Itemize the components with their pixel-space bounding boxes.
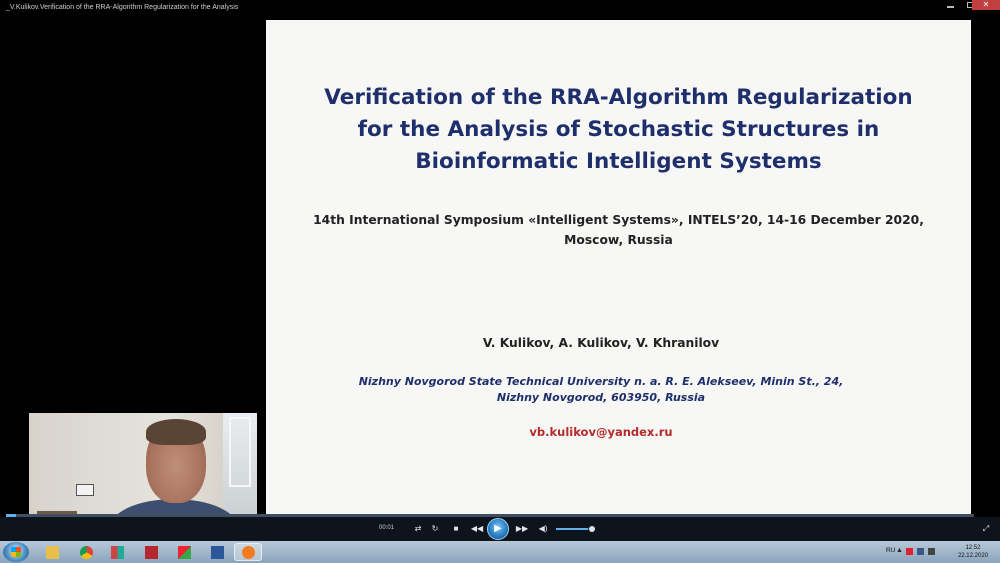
app-icon — [144, 545, 158, 559]
taskbar-app[interactable] — [137, 543, 165, 561]
taskbar-app[interactable] — [103, 543, 131, 561]
volume-icon: ◀) — [538, 524, 548, 533]
close-button[interactable]: ✕ — [972, 0, 1000, 10]
speaker-icon[interactable] — [928, 548, 935, 555]
shuffle-icon: ⇄ — [414, 524, 422, 533]
affiliation-line: Nizhny Novgorod State Technical Universi… — [358, 375, 844, 388]
stop-button[interactable]: ■ — [450, 522, 462, 536]
close-icon: ✕ — [982, 0, 990, 9]
taskbar-app[interactable] — [170, 543, 198, 561]
taskbar-media-player[interactable] — [234, 543, 262, 561]
webcam-window-frame — [229, 417, 251, 487]
next-button[interactable]: ▶▶ — [514, 522, 530, 536]
minimize-button[interactable] — [940, 0, 960, 10]
stop-icon: ■ — [453, 524, 459, 533]
play-icon: ▶ — [494, 523, 502, 534]
player-controls: 00:01 ⇄ ↻ ■ ◀◀ ▶ ▶▶ ◀) ⤢ — [0, 517, 1000, 541]
show-hidden-icons-button[interactable]: ▲ — [896, 547, 904, 555]
window-title: _V.Kulikov.Verification of the RRA-Algor… — [6, 4, 239, 11]
next-icon: ▶▶ — [515, 524, 529, 533]
media-player-icon — [241, 545, 255, 559]
clock[interactable]: 12:52 22.12.2020 — [958, 544, 988, 560]
volume-slider-thumb[interactable] — [589, 526, 595, 532]
previous-button[interactable]: ◀◀ — [469, 522, 485, 536]
system-tray: RU ▲ 12:52 22.12.2020 — [880, 541, 1000, 563]
conference-line: Moscow, Russia — [564, 233, 673, 247]
contact-email: vb.kulikov@yandex.ru — [529, 425, 673, 439]
repeat-button[interactable]: ↻ — [429, 522, 441, 536]
windows-logo-icon — [11, 547, 21, 557]
slide-title-line: Verification of the RRA-Algorithm Regula… — [324, 85, 913, 110]
start-button[interactable] — [3, 542, 29, 562]
language-indicator[interactable]: RU — [886, 547, 895, 554]
app-icon — [110, 545, 124, 559]
word-icon — [210, 545, 224, 559]
folder-icon — [45, 545, 59, 559]
taskbar-word[interactable] — [203, 543, 231, 561]
app-icon — [177, 545, 191, 559]
fullscreen-button[interactable]: ⤢ — [980, 522, 992, 536]
window-title-bar[interactable]: _V.Kulikov.Verification of the RRA-Algor… — [0, 0, 1000, 20]
authors: V. Kulikov, A. Kulikov, V. Khranilov — [482, 336, 720, 350]
clock-time: 12:52 — [965, 545, 981, 551]
taskbar-chrome[interactable] — [72, 543, 100, 561]
previous-icon: ◀◀ — [470, 524, 484, 533]
taskbar-file-explorer[interactable] — [38, 543, 66, 561]
slide-title-line: for the Analysis of Stochastic Structure… — [357, 117, 880, 142]
conference-line: 14th International Symposium «Intelligen… — [313, 213, 924, 227]
slide-title: Verification of the RRA-Algorithm Regula… — [266, 82, 971, 178]
affiliation-line: Nizhny Novgorod, 603950, Russia — [496, 391, 706, 404]
repeat-icon: ↻ — [431, 524, 439, 533]
presentation-slide: Verification of the RRA-Algorithm Regula… — [266, 20, 971, 514]
shuffle-button[interactable]: ⇄ — [412, 522, 424, 536]
chrome-icon — [79, 545, 93, 559]
action-center-flag-icon[interactable] — [906, 548, 913, 555]
mute-button[interactable]: ◀) — [537, 522, 549, 536]
fullscreen-icon: ⤢ — [982, 524, 990, 533]
elapsed-time: 00:01 — [379, 525, 395, 531]
volume-level — [556, 528, 588, 530]
conference-info: 14th International Symposium «Intelligen… — [266, 210, 971, 250]
minimize-icon — [946, 5, 954, 8]
clock-date: 22.12.2020 — [957, 553, 988, 559]
webcam-wall-picture — [76, 484, 94, 496]
affiliation: Nizhny Novgorod State Technical Universi… — [266, 374, 936, 406]
slide-title-line: Bioinformatic Intelligent Systems — [415, 149, 822, 174]
network-icon[interactable] — [917, 548, 924, 555]
presenter-hair — [146, 419, 206, 445]
taskbar: RU ▲ 12:52 22.12.2020 — [0, 541, 1000, 563]
play-button[interactable]: ▶ — [487, 518, 509, 540]
